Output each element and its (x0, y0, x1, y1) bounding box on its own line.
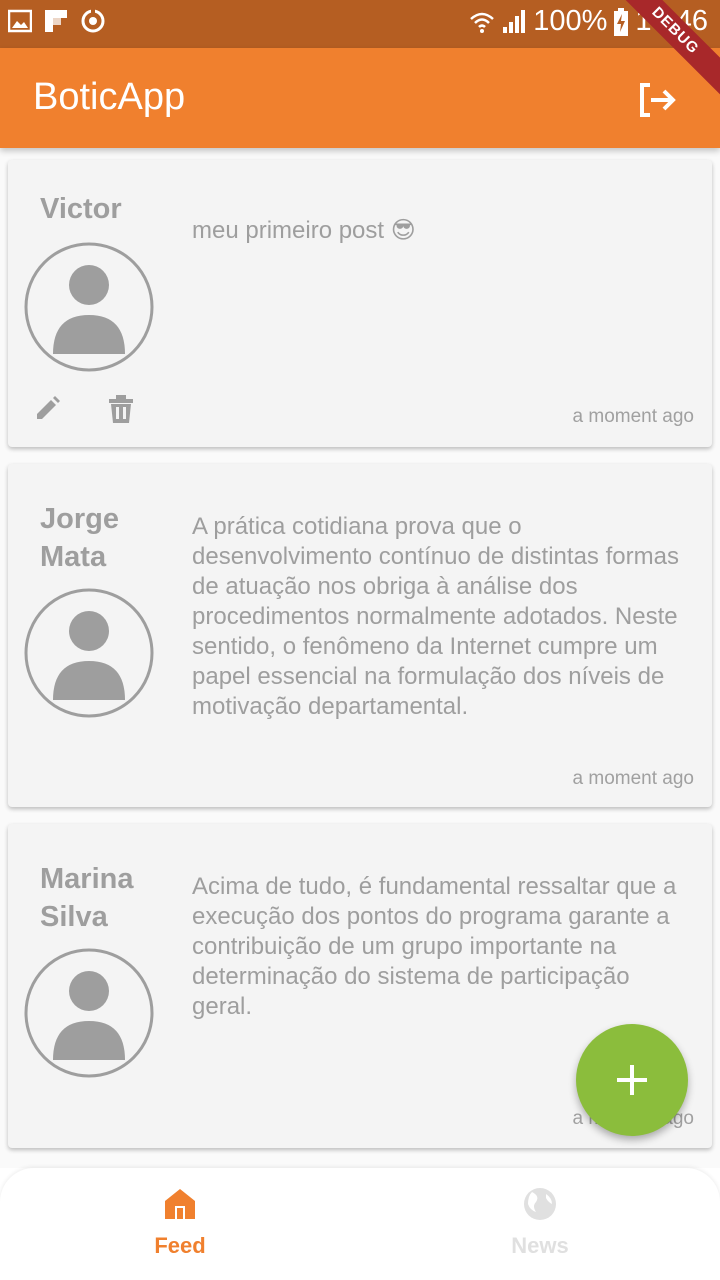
post-card: Jorge Mata A prática cotidiana prova que… (8, 464, 712, 807)
delete-button[interactable] (106, 394, 136, 424)
post-author: Marina Silva (40, 863, 134, 933)
flipboard-icon (44, 9, 68, 33)
post-text: Acima de tudo, é fundamental ressaltar q… (192, 873, 677, 1020)
bottom-navigation: Feed News (0, 1168, 720, 1280)
signal-icon (501, 9, 527, 35)
sync-icon (80, 8, 106, 34)
post-author: Jorge Mata (40, 503, 119, 573)
status-bar: 100% 17:46 (0, 0, 720, 48)
delete-icon (109, 395, 133, 423)
post-card: Victor meu primeiro post 😎 a moment ago (8, 160, 712, 447)
edit-icon (37, 396, 60, 419)
app-bar: BoticApp (0, 48, 720, 148)
post-text: A prática cotidiana prova que o desenvol… (192, 513, 679, 720)
app-title: BoticApp (33, 76, 186, 118)
battery-charging-icon (613, 7, 629, 36)
wifi-icon (469, 9, 495, 35)
nav-label-feed: Feed (154, 1233, 206, 1258)
feed-list[interactable]: Victor meu primeiro post 😎 a moment ago (0, 148, 720, 1168)
avatar-icon (24, 948, 154, 1078)
logout-button[interactable] (638, 80, 678, 120)
battery-percent: 100% (533, 5, 608, 37)
post-author: Victor (40, 193, 122, 225)
add-icon (617, 1065, 647, 1095)
gallery-icon (8, 9, 32, 33)
globe-icon (524, 1188, 556, 1220)
post-text: meu primeiro post 😎 (192, 217, 416, 244)
logout-icon (640, 83, 676, 117)
home-icon (165, 1189, 195, 1219)
avatar-icon (24, 588, 154, 718)
status-left-icons (8, 8, 106, 34)
post-timestamp: a moment ago (572, 768, 694, 789)
nav-item-feed[interactable]: Feed (80, 1186, 280, 1259)
nav-label-news: News (511, 1233, 569, 1258)
edit-button[interactable] (32, 394, 62, 424)
avatar-icon (24, 242, 154, 372)
nav-item-news[interactable]: News (440, 1186, 640, 1259)
add-post-button[interactable] (576, 1024, 688, 1136)
post-timestamp: a moment ago (572, 406, 694, 427)
